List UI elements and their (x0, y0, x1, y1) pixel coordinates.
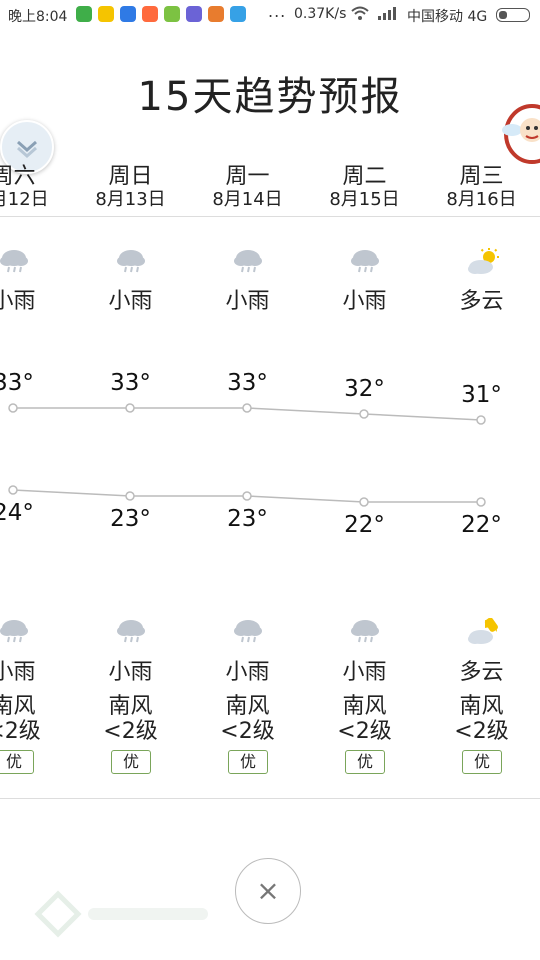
wind-level: <2级 (220, 719, 275, 744)
high-temperature: 33° (227, 370, 268, 396)
temperature-trend-chart (8, 403, 486, 507)
high-temperature: 32° (344, 376, 385, 402)
low-temperature: 22° (344, 512, 385, 538)
low-temperature-point (8, 485, 18, 495)
footer-divider (0, 798, 540, 799)
moon-cloud-icon (467, 617, 501, 650)
night-condition: 小雨 (0, 660, 36, 685)
forecast-date: 8月14日 (212, 189, 283, 210)
night-condition: 小雨 (342, 660, 387, 685)
day-condition: 多云 (459, 289, 504, 314)
rain-cloud-icon (233, 618, 263, 648)
wind-level: <2级 (337, 719, 392, 744)
wind-level: <2级 (103, 719, 158, 744)
low-temperature: 23° (227, 506, 268, 532)
forecast-date: 8月16日 (446, 189, 517, 210)
rain-cloud-icon (116, 248, 146, 278)
day-condition: 小雨 (0, 289, 36, 314)
low-temperature-point (242, 491, 252, 501)
day-condition: 小雨 (108, 289, 153, 314)
wind-level: <2级 (0, 719, 41, 744)
rain-cloud-icon (350, 618, 380, 648)
sun-cloud-icon (467, 248, 501, 280)
high-temperature: 31° (461, 382, 502, 408)
rain-cloud-icon (233, 248, 263, 278)
watermark-logo (28, 884, 218, 944)
air-quality-badge: 优 (228, 750, 268, 774)
forecast-date: 8月12日 (0, 189, 49, 210)
rain-cloud-icon (0, 618, 29, 648)
low-temperature-point (125, 491, 135, 501)
low-temperature-point (359, 497, 369, 507)
high-temperature-point (359, 409, 369, 419)
low-temperature: 23° (110, 506, 151, 532)
rain-cloud-icon (0, 248, 29, 278)
high-temperature-point (242, 403, 252, 413)
night-condition: 小雨 (225, 660, 270, 685)
high-temperature: 33° (0, 370, 34, 396)
night-condition: 多云 (459, 660, 504, 685)
high-temperature-point (476, 415, 486, 425)
forecast-date: 8月15日 (329, 189, 400, 210)
air-quality-badge: 优 (0, 750, 34, 774)
rain-cloud-icon (116, 618, 146, 648)
low-temperature: 22° (461, 512, 502, 538)
rain-cloud-icon (350, 248, 380, 278)
air-quality-badge: 优 (462, 750, 502, 774)
high-temperature: 33° (110, 370, 151, 396)
air-quality-badge: 优 (111, 750, 151, 774)
day-condition: 小雨 (342, 289, 387, 314)
high-temperature-point (8, 403, 18, 413)
forecast-date: 8月13日 (95, 189, 166, 210)
night-condition: 小雨 (108, 660, 153, 685)
close-button[interactable]: × (235, 858, 301, 924)
day-condition: 小雨 (225, 289, 270, 314)
air-quality-badge: 优 (345, 750, 385, 774)
high-temperature-point (125, 403, 135, 413)
low-temperature-point (476, 497, 486, 507)
wind-level: <2级 (454, 719, 509, 744)
low-temperature: 24° (0, 500, 34, 526)
